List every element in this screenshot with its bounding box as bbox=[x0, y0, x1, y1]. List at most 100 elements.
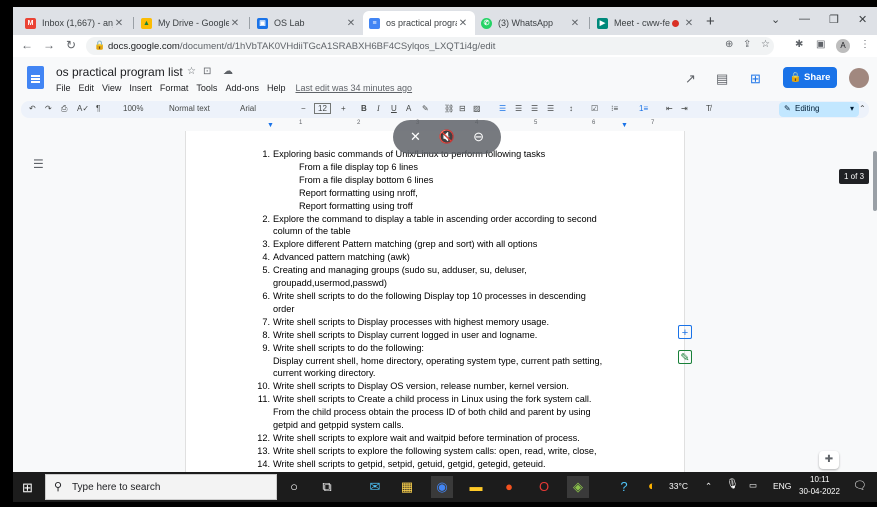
menu-help[interactable]: Help bbox=[267, 83, 286, 93]
text-color-icon[interactable]: A bbox=[406, 104, 411, 113]
menu-edit[interactable]: Edit bbox=[79, 83, 95, 93]
tab-drive[interactable]: ▲ My Drive - Google ✕ bbox=[135, 11, 247, 35]
last-edit-link[interactable]: Last edit was 34 minutes ago bbox=[295, 83, 412, 93]
clear-formatting-icon[interactable]: T̸ bbox=[706, 104, 711, 113]
camera-off-icon[interactable]: ✕ bbox=[410, 129, 421, 145]
bookmark-star-icon[interactable]: ☆ bbox=[761, 39, 770, 50]
language-indicator[interactable]: ENG bbox=[773, 481, 791, 491]
new-tab-button[interactable]: + bbox=[706, 13, 715, 30]
close-tab-icon[interactable]: ✕ bbox=[569, 18, 581, 29]
add-comment-icon[interactable]: + bbox=[678, 325, 692, 339]
share-page-icon[interactable]: ⇪ bbox=[743, 39, 751, 50]
mute-icon[interactable]: 🔇 bbox=[439, 129, 455, 145]
left-indent-marker[interactable]: ▼ bbox=[267, 122, 274, 129]
tab-search-icon[interactable]: ⌄ bbox=[771, 13, 780, 26]
document-outline-icon[interactable]: ☰ bbox=[33, 157, 44, 171]
taskbar-search-box[interactable]: ⚲ Type here to search bbox=[45, 474, 277, 500]
close-tab-icon[interactable]: ✕ bbox=[457, 18, 469, 29]
weather-icon[interactable]: ◐ bbox=[648, 478, 656, 493]
align-right-icon[interactable]: ☰ bbox=[531, 104, 538, 113]
chrome-icon[interactable]: ◉ bbox=[431, 476, 453, 498]
style-select[interactable]: Normal text bbox=[169, 104, 210, 113]
stop-sharing-icon[interactable]: ⊖ bbox=[473, 129, 484, 145]
spellcheck-icon[interactable]: A✓ bbox=[77, 104, 89, 113]
suggest-edits-icon[interactable]: ✎ bbox=[678, 350, 692, 364]
opera-icon[interactable]: O bbox=[533, 476, 555, 498]
docs-logo-icon[interactable] bbox=[27, 66, 44, 89]
explore-icon[interactable]: ✚ bbox=[819, 451, 839, 469]
bold-icon[interactable]: B bbox=[361, 104, 367, 113]
editing-mode-select[interactable]: ✎ Editing ▾ bbox=[779, 102, 859, 117]
close-tab-icon[interactable]: ✕ bbox=[229, 18, 241, 29]
redo-icon[interactable]: ↷ bbox=[45, 104, 52, 113]
zoom-icon[interactable]: ⊕ bbox=[725, 39, 733, 50]
store-icon[interactable]: ▦ bbox=[396, 476, 418, 498]
menu-tools[interactable]: Tools bbox=[196, 83, 217, 93]
browser-menu-icon[interactable]: ⋮ bbox=[860, 39, 870, 50]
cortana-icon[interactable]: ○ bbox=[283, 476, 305, 498]
notifications-icon[interactable]: 🗨 bbox=[853, 479, 867, 492]
scrollbar[interactable] bbox=[873, 151, 877, 211]
bulleted-list-icon[interactable]: ⁝≡ bbox=[611, 104, 618, 113]
temperature[interactable]: 33°C bbox=[669, 481, 688, 491]
sidepanel-icon[interactable]: ▣ bbox=[816, 39, 825, 50]
underline-icon[interactable]: U bbox=[391, 104, 397, 113]
tray-expand-icon[interactable]: ⌃ bbox=[705, 481, 712, 492]
move-folder-icon[interactable]: ⊡ bbox=[203, 66, 211, 77]
right-indent-marker[interactable]: ▼ bbox=[621, 122, 628, 129]
chrome-profile-icon[interactable]: ◈ bbox=[567, 476, 589, 498]
comments-icon[interactable]: ▤ bbox=[716, 71, 728, 87]
address-bar[interactable]: 🔒 docs.google.com/document/d/1hVbTAK0VHd… bbox=[86, 37, 774, 55]
link-icon[interactable]: ⛓ bbox=[444, 104, 454, 113]
numbered-list-icon[interactable]: 1≡ bbox=[639, 104, 648, 113]
help-icon[interactable]: ? bbox=[613, 476, 635, 498]
reload-icon[interactable]: ↻ bbox=[66, 38, 76, 52]
share-button[interactable]: 🔒 Share bbox=[783, 67, 837, 88]
close-tab-icon[interactable]: ✕ bbox=[683, 18, 695, 29]
align-left-icon[interactable]: ☰ bbox=[499, 104, 506, 113]
print-icon[interactable]: ⎙ bbox=[61, 104, 67, 114]
menu-file[interactable]: File bbox=[56, 83, 71, 93]
present-icon[interactable]: ⊞ bbox=[750, 71, 761, 87]
font-size-increase-icon[interactable]: + bbox=[341, 104, 346, 113]
paint-format-icon[interactable]: ¶ bbox=[96, 104, 100, 113]
undo-icon[interactable]: ↶ bbox=[29, 104, 36, 113]
tab-gmail[interactable]: M Inbox (1,667) - anju ✕ bbox=[19, 11, 131, 35]
align-center-icon[interactable]: ☰ bbox=[515, 104, 522, 113]
tab-os-lab[interactable]: ▣ OS Lab ✕ bbox=[251, 11, 363, 35]
file-explorer-icon[interactable]: ▬ bbox=[465, 476, 487, 498]
tab-meet[interactable]: ▶ Meet - cww-fe ✕ bbox=[591, 11, 701, 35]
comment-icon[interactable]: ⊟ bbox=[459, 104, 466, 113]
task-view-icon[interactable]: ⧉ bbox=[316, 476, 338, 498]
font-select[interactable]: Arial bbox=[240, 104, 256, 113]
tab-docs-active[interactable]: ≡ os practical progra ✕ bbox=[363, 11, 475, 35]
avatar[interactable] bbox=[849, 68, 869, 88]
close-tab-icon[interactable]: ✕ bbox=[345, 18, 357, 29]
mail-icon[interactable]: ✉ bbox=[364, 476, 386, 498]
menu-view[interactable]: View bbox=[102, 83, 121, 93]
tab-whatsapp[interactable]: ✆ (3) WhatsApp ✕ bbox=[475, 11, 587, 35]
close-window-button[interactable]: ✕ bbox=[858, 13, 867, 26]
decrease-indent-icon[interactable]: ⇤ bbox=[666, 104, 673, 113]
close-tab-icon[interactable]: ✕ bbox=[113, 18, 125, 29]
star-icon[interactable]: ☆ bbox=[187, 66, 196, 77]
font-size-decrease-icon[interactable]: − bbox=[301, 104, 306, 113]
italic-icon[interactable]: I bbox=[377, 104, 380, 113]
menu-format[interactable]: Format bbox=[160, 83, 189, 93]
clock-date[interactable]: 30-04-2022 bbox=[799, 487, 840, 496]
microphone-icon[interactable]: 🎙 bbox=[726, 479, 739, 490]
zoom-select[interactable]: 100% bbox=[123, 104, 143, 113]
font-size-input[interactable]: 12 bbox=[314, 103, 331, 114]
menu-addons[interactable]: Add-ons bbox=[225, 83, 259, 93]
network-icon[interactable]: ▭ bbox=[749, 480, 757, 491]
increase-indent-icon[interactable]: ⇥ bbox=[681, 104, 688, 113]
image-icon[interactable]: ▨ bbox=[473, 104, 481, 113]
checklist-icon[interactable]: ☑ bbox=[591, 104, 598, 113]
powerpoint-icon[interactable]: ● bbox=[498, 476, 520, 498]
clock-time[interactable]: 10:11 bbox=[810, 475, 829, 484]
collapse-toolbar-icon[interactable]: ⌃ bbox=[859, 104, 866, 113]
line-spacing-icon[interactable]: ↕ bbox=[569, 104, 573, 113]
forward-icon[interactable]: → bbox=[43, 38, 55, 52]
menu-insert[interactable]: Insert bbox=[129, 83, 152, 93]
highlight-icon[interactable]: ✎ bbox=[422, 104, 429, 113]
